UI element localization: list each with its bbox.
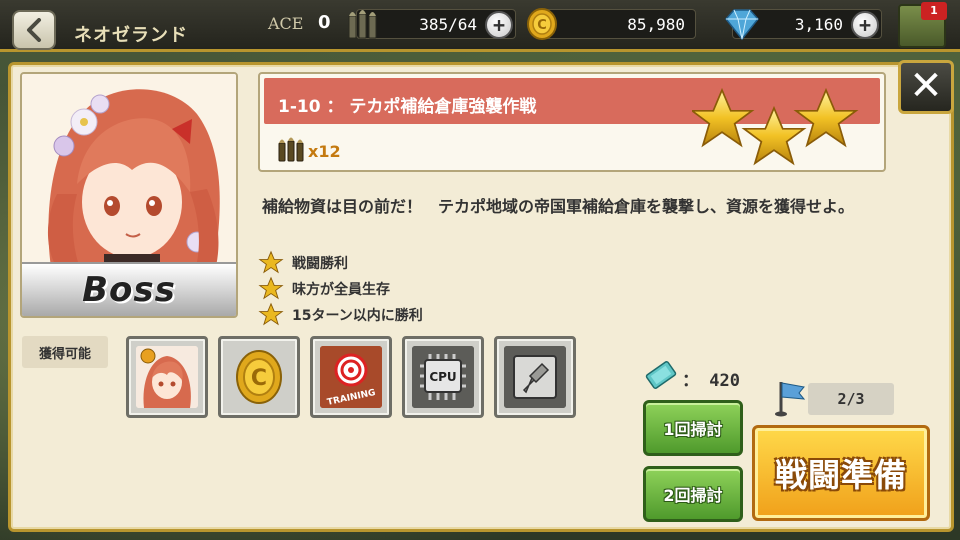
sweep-ticket-icon	[645, 361, 677, 389]
stage-cost: x12	[308, 142, 341, 161]
reward-item-coin[interactable]: C	[218, 336, 300, 418]
boss-banner: Boss	[22, 262, 236, 316]
star-icon	[741, 105, 807, 166]
stage-rating-stars	[692, 87, 859, 166]
cpu-chip-icon: CPU	[412, 346, 474, 408]
stage-description: 補給物資は目の前だ！ テカポ地域の帝国軍補給倉庫を襲撃し、資源を獲得せよ。	[262, 197, 855, 216]
reward-item-part[interactable]	[494, 336, 576, 418]
coin-resource: 85,980	[536, 9, 696, 39]
boss-portrait: Boss	[20, 72, 238, 318]
objective-text: 味方が全員生存	[292, 282, 390, 298]
ammo-icon	[348, 10, 377, 39]
reward-item-cpu[interactable]: CPU	[402, 336, 484, 418]
star-icon	[258, 302, 284, 326]
objective-text: 15ターン以内に勝利	[292, 308, 423, 324]
gem-value: 3,160	[794, 14, 843, 34]
location-title: ネオゼランド	[74, 25, 188, 46]
objective-text: 戦闘勝利	[292, 256, 348, 272]
star-icon	[692, 87, 755, 148]
sweep-twice-button[interactable]: 2回掃討	[643, 466, 743, 522]
star-icon	[258, 250, 284, 274]
back-button[interactable]	[12, 10, 56, 50]
ammo-value: 385/64	[419, 14, 477, 34]
reward-item-training[interactable]: TRAINING	[310, 336, 392, 418]
battle-prepare-button[interactable]: 戦闘準備	[752, 425, 930, 521]
coin-icon: C	[527, 8, 557, 40]
add-gem-button[interactable]: +	[851, 11, 879, 39]
ace-label: ACE	[268, 14, 304, 33]
close-button[interactable]: ✕	[898, 60, 954, 114]
star-icon	[793, 87, 859, 148]
stage-title-card: 1-10 ： テカポ補給倉庫強襲作戦 x12	[258, 72, 886, 172]
armor-part-icon	[504, 346, 566, 408]
ammo-cost-icon	[278, 137, 304, 162]
svg-text:C: C	[251, 366, 267, 391]
ace-value: 0	[318, 12, 331, 33]
battle-prepare-label: 戦闘準備	[774, 456, 907, 494]
boss-character-illustration	[22, 74, 236, 274]
rewards-label: 獲得可能	[22, 336, 108, 368]
gold-coin-icon: C	[228, 346, 290, 408]
add-ammo-button[interactable]: +	[485, 11, 513, 39]
stage-title: 1-10 ： テカポ補給倉庫強襲作戦	[278, 97, 537, 117]
svg-text:C: C	[537, 18, 547, 33]
cpu-text: CPU	[429, 370, 456, 384]
top-bar: ネオゼランド ACE 0 385/64 + 85,980 C 3,160 + 1	[0, 0, 960, 52]
attempts-counter: 2/3	[808, 383, 894, 415]
reward-item-character[interactable]	[126, 336, 208, 418]
ammo-resource: 385/64 +	[356, 9, 516, 39]
star-icon	[258, 276, 284, 300]
objective-item: 味方が全員生存	[258, 276, 390, 302]
diamond-icon	[725, 9, 759, 41]
boss-label: Boss	[82, 270, 176, 310]
character-card-icon	[136, 346, 198, 408]
training-manual-icon: TRAINING	[320, 346, 382, 408]
objective-item: 15ターン以内に勝利	[258, 302, 423, 328]
flag-icon	[775, 382, 806, 417]
coin-value: 85,980	[627, 14, 685, 34]
sweep-once-button[interactable]: 1回掃討	[643, 400, 743, 456]
sweep-ticket-count: ： 420	[682, 371, 740, 391]
objective-item: 戦闘勝利	[258, 250, 348, 276]
notification-badge: 1	[921, 2, 947, 20]
chevron-left-icon	[27, 18, 41, 42]
